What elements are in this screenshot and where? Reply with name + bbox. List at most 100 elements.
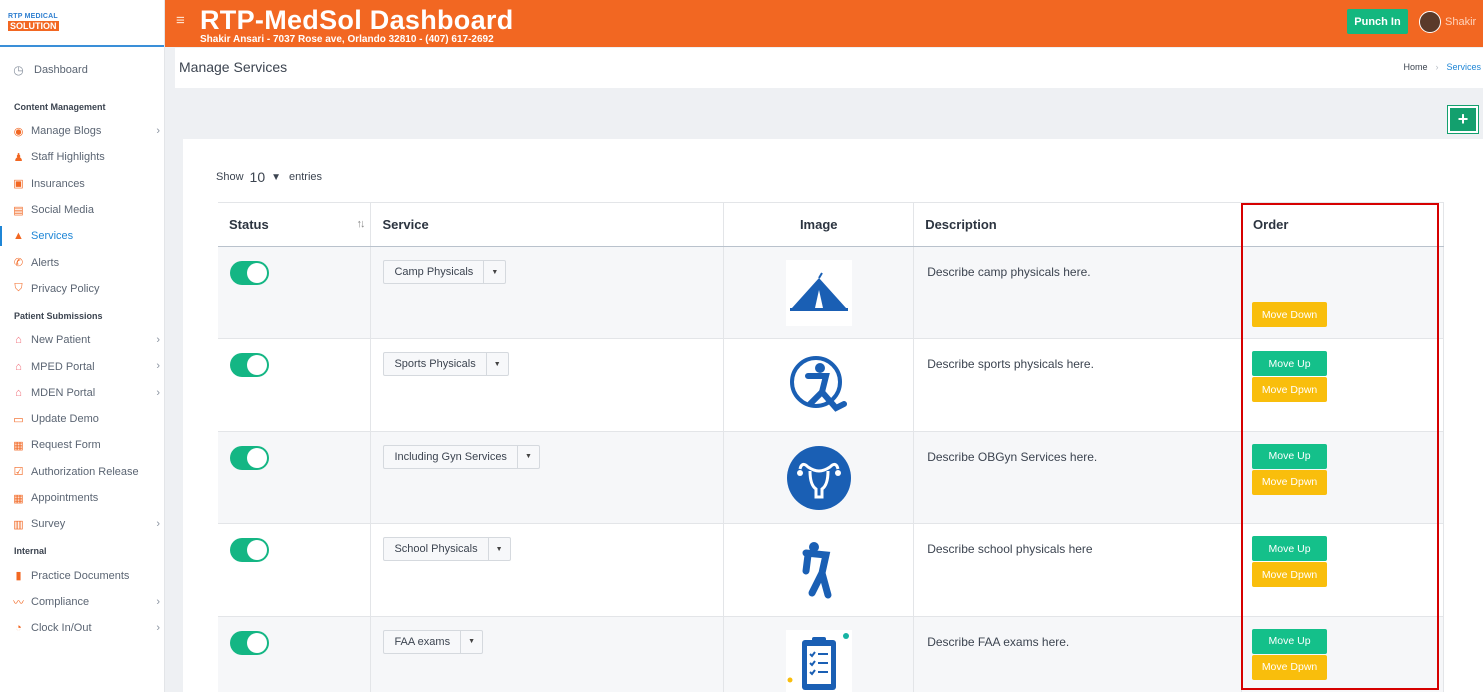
sidebar: RTP MEDICAL SOLUTION ◷ Dashboard Content…: [0, 0, 165, 692]
breadcrumb-home[interactable]: Home: [1403, 62, 1427, 72]
status-cell: [218, 523, 372, 617]
caret-down-icon[interactable]: ▼: [484, 261, 505, 283]
tent-icon: [786, 260, 853, 326]
sidebar-item-update-demo[interactable]: ▭ Update Demo: [0, 406, 164, 432]
home-icon: ⌂: [15, 334, 22, 347]
toggle-knob: [247, 540, 267, 561]
column-header-image[interactable]: Image: [723, 202, 915, 247]
service-dropdown[interactable]: FAA exams ▼: [383, 629, 484, 654]
chevron-down-icon[interactable]: ▼: [271, 172, 281, 183]
move-up-button[interactable]: Move Up: [1252, 443, 1328, 469]
move-up-button[interactable]: Move Up: [1252, 536, 1328, 562]
order-cell: Move Up Move Dpwn: [1241, 523, 1444, 617]
image-cell: [723, 523, 915, 617]
logo-text-bottom: SOLUTION: [8, 21, 59, 31]
sidebar-item-label: MDEN Portal: [31, 386, 96, 399]
order-cell: Move Up Move Dpwn: [1241, 616, 1444, 692]
hamburger-menu-icon[interactable]: ≡: [176, 12, 185, 29]
sidebar-item-insurances[interactable]: ▣ Insurances: [0, 171, 164, 197]
chevron-right-icon: ›: [1435, 62, 1439, 72]
status-cell: [218, 431, 372, 525]
description-cell: Describe camp physicals here.: [913, 246, 1243, 340]
sidebar-item-services[interactable]: ▲ Services: [0, 223, 164, 249]
status-toggle[interactable]: [230, 261, 269, 285]
chevron-right-icon: ›: [156, 595, 160, 608]
sidebar-item-manage-blogs[interactable]: ◉ Manage Blogs ›: [0, 118, 164, 144]
column-header-service[interactable]: Service: [370, 202, 725, 247]
column-header-status[interactable]: Status ↑↓: [218, 202, 372, 247]
sidebar-item-request-form[interactable]: ▦ Request Form: [0, 432, 164, 458]
chevron-right-icon: ›: [156, 386, 160, 399]
briefcase-icon: ▣: [13, 178, 24, 191]
move-down-button[interactable]: Move Down: [1252, 302, 1328, 327]
sidebar-item-mped-portal[interactable]: ⌂ MPED Portal ›: [0, 353, 164, 379]
caret-down-icon[interactable]: ▼: [487, 353, 508, 375]
add-service-button[interactable]: +: [1448, 106, 1478, 133]
sort-icon[interactable]: ↑↓: [356, 218, 365, 230]
sidebar-item-practice-documents[interactable]: ▮ Practice Documents: [0, 562, 164, 588]
hill-icon: ▲: [13, 230, 24, 243]
sidebar-item-staff-highlights[interactable]: ♟ Staff Highlights: [0, 144, 164, 170]
entries-select[interactable]: 10: [250, 169, 266, 185]
service-dropdown[interactable]: School Physicals ▼: [383, 537, 511, 562]
column-header-order[interactable]: Order: [1241, 202, 1444, 247]
chart-icon: ▥: [13, 518, 24, 531]
punch-in-button[interactable]: Punch In: [1347, 9, 1408, 34]
entries-label: entries: [289, 171, 323, 183]
status-toggle[interactable]: [230, 445, 269, 470]
sidebar-item-mden-portal[interactable]: ⌂ MDEN Portal ›: [0, 380, 164, 406]
sidebar-item-label: MPED Portal: [31, 360, 95, 373]
id-card-icon: ▭: [13, 413, 24, 426]
sidebar-item-privacy-policy[interactable]: ⛉ Privacy Policy: [0, 276, 164, 302]
section-heading-internal: Internal: [14, 546, 47, 557]
move-down-button[interactable]: Move Dpwn: [1252, 562, 1328, 588]
service-dropdown[interactable]: Sports Physicals ▼: [383, 352, 509, 377]
status-toggle[interactable]: [230, 630, 269, 655]
chevron-right-icon: ›: [156, 334, 160, 347]
table-row: Including Gyn Services ▼ Describe OBGyn …: [218, 431, 1444, 525]
caret-down-icon[interactable]: ▼: [518, 446, 539, 468]
caret-down-icon[interactable]: ▼: [489, 538, 510, 560]
clipboard-icon: ▮: [15, 570, 22, 583]
brand-logo[interactable]: RTP MEDICAL SOLUTION: [8, 13, 59, 31]
entries-length-control: Show 10 ▼ entries: [216, 169, 322, 185]
user-menu[interactable]: Shakir: [1419, 11, 1476, 33]
sidebar-item-clock-in-out[interactable]: ◔ Clock In/Out ›: [0, 615, 164, 641]
service-cell: Camp Physicals ▼: [370, 246, 725, 340]
description-cell: Describe school physicals here: [913, 523, 1243, 617]
toggle-knob: [247, 263, 267, 283]
sidebar-item-new-patient[interactable]: ⌂ New Patient ›: [0, 327, 164, 353]
move-up-button[interactable]: Move Up: [1252, 351, 1328, 377]
order-cell: Move Up Move Dpwn: [1241, 431, 1444, 525]
service-dropdown[interactable]: Camp Physicals ▼: [383, 260, 507, 284]
toggle-knob: [247, 355, 267, 376]
status-toggle[interactable]: [230, 353, 269, 378]
user-name: Shakir: [1445, 16, 1477, 28]
sidebar-item-label: Dashboard: [34, 64, 88, 76]
app-title: RTP-MedSol Dashboard: [200, 5, 514, 35]
section-heading-content: Content Management: [14, 102, 106, 112]
column-header-description[interactable]: Description: [913, 202, 1243, 247]
sidebar-item-compliance[interactable]: 〰 Compliance ›: [0, 589, 164, 615]
move-down-button[interactable]: Move Dpwn: [1252, 654, 1328, 680]
sidebar-item-alerts[interactable]: ✆ Alerts: [0, 249, 164, 275]
status-toggle[interactable]: [230, 538, 269, 563]
sidebar-item-label: Privacy Policy: [31, 282, 100, 295]
service-dropdown[interactable]: Including Gyn Services ▼: [383, 444, 540, 469]
service-cell: School Physicals ▼: [370, 523, 725, 617]
description-cell: Describe OBGyn Services here.: [913, 431, 1243, 525]
sidebar-item-appointments[interactable]: ▦ Appointments: [0, 485, 164, 511]
sidebar-item-label: Survey: [31, 518, 66, 531]
image-cell: [723, 246, 915, 340]
move-up-button[interactable]: Move Up: [1252, 628, 1328, 654]
breadcrumb-current: Services: [1446, 62, 1481, 72]
sidebar-item-dashboard[interactable]: ◷ Dashboard: [0, 57, 164, 83]
move-down-button[interactable]: Move Dpwn: [1252, 377, 1328, 403]
sidebar-item-survey[interactable]: ▥ Survey ›: [0, 511, 164, 537]
move-down-button[interactable]: Move Dpwn: [1252, 469, 1328, 495]
sidebar-item-social-media[interactable]: ▤ Social Media: [0, 197, 164, 223]
toggle-knob: [247, 447, 267, 468]
service-cell: Including Gyn Services ▼: [370, 431, 725, 525]
caret-down-icon[interactable]: ▼: [461, 631, 482, 653]
sidebar-item-authorization-release[interactable]: ☑ Authorization Release: [0, 459, 164, 485]
